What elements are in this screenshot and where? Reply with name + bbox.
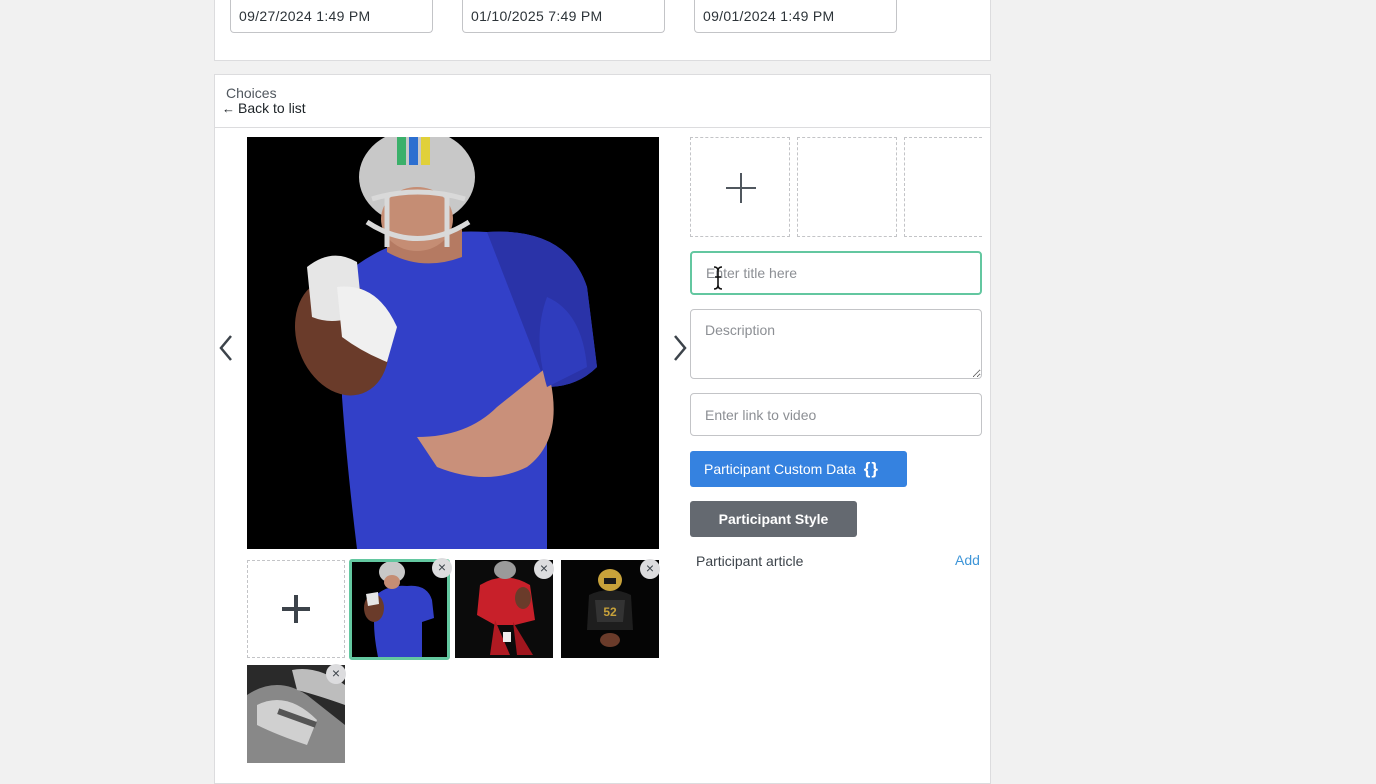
braces-icon: {} <box>863 459 879 478</box>
upload-slot-3[interactable] <box>904 137 982 237</box>
remove-thumbnail-1-button[interactable]: × <box>432 558 452 578</box>
choices-panel: Choices ← Back to list × × 52 × × Enter … <box>214 74 991 784</box>
back-to-list-link[interactable]: ← Back to list <box>222 100 306 116</box>
date-field-1[interactable]: 09/27/2024 1:49 PM <box>230 0 433 33</box>
choices-title: Choices <box>226 85 277 101</box>
participant-article-label: Participant article <box>696 553 804 569</box>
main-participant-image <box>247 137 659 549</box>
svg-text:52: 52 <box>603 605 617 619</box>
remove-thumbnail-2-button[interactable]: × <box>534 559 554 579</box>
date-field-2[interactable]: 01/10/2025 7:49 PM <box>462 0 665 33</box>
add-image-button[interactable] <box>247 560 345 658</box>
previous-arrow-icon[interactable] <box>217 333 237 363</box>
thumbnail-1-image <box>352 562 447 657</box>
video-link-input[interactable] <box>690 393 982 436</box>
upload-slot-add[interactable] <box>690 137 790 237</box>
upload-slot-2[interactable] <box>797 137 897 237</box>
plus-icon <box>282 595 310 623</box>
next-arrow-icon[interactable] <box>669 333 689 363</box>
participant-custom-data-label: Participant Custom Data <box>704 461 856 477</box>
back-arrow-icon: ← <box>222 101 235 116</box>
choices-header: Choices ← Back to list <box>215 75 990 128</box>
participant-style-button[interactable]: Participant Style <box>690 501 857 537</box>
remove-thumbnail-4-button[interactable]: × <box>326 664 346 684</box>
thumbnail-4[interactable]: × <box>247 664 346 763</box>
add-article-link[interactable]: Add <box>955 552 980 568</box>
title-input[interactable] <box>690 251 982 295</box>
thumbnail-3[interactable]: 52 × <box>561 559 660 658</box>
remove-thumbnail-3-button[interactable]: × <box>640 559 660 579</box>
text-cursor-icon <box>713 266 723 290</box>
participant-custom-data-button[interactable]: Participant Custom Data {} <box>690 451 907 487</box>
thumbnail-1[interactable]: × <box>349 558 452 660</box>
description-textarea[interactable] <box>690 309 982 379</box>
back-to-list-label: Back to list <box>238 100 306 116</box>
thumbnail-2[interactable]: × <box>455 559 554 658</box>
date-field-3[interactable]: 09/01/2024 1:49 PM <box>694 0 897 33</box>
plus-icon <box>726 173 756 203</box>
dates-panel: 09/27/2024 1:49 PM 01/10/2025 7:49 PM 09… <box>214 0 991 61</box>
